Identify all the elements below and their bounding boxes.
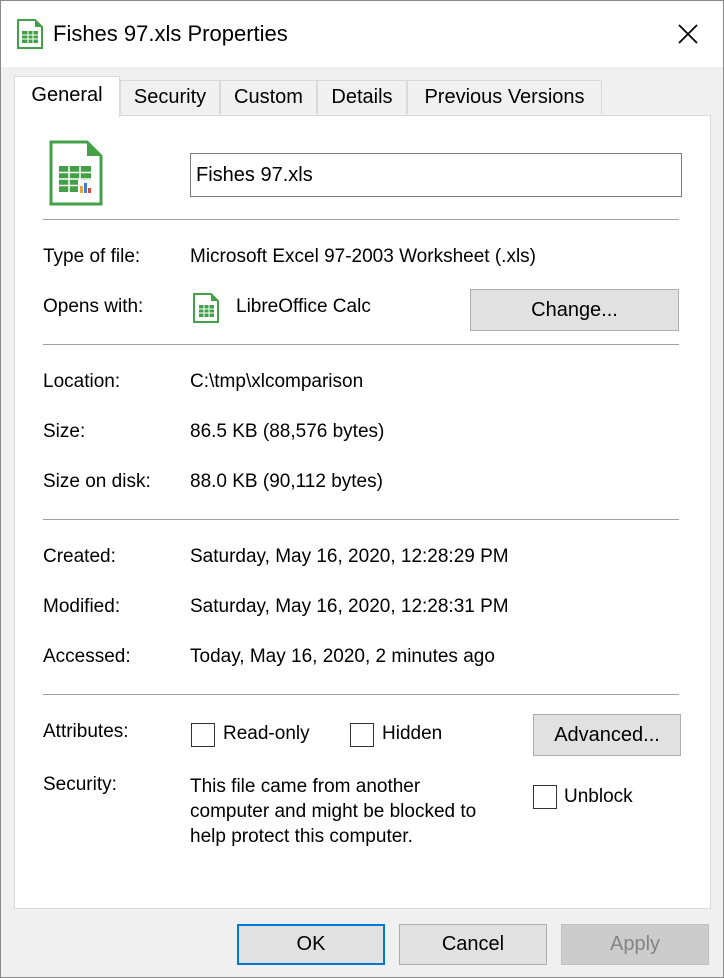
close-button[interactable]	[653, 1, 723, 67]
hidden-label[interactable]: Hidden	[382, 723, 442, 745]
tab-general[interactable]: General	[14, 76, 120, 117]
modified-value: Saturday, May 16, 2020, 12:28:31 PM	[190, 596, 509, 617]
change-button[interactable]: Change...	[470, 289, 679, 331]
apply-button[interactable]: Apply	[561, 924, 709, 965]
read-only-checkbox[interactable]	[191, 723, 215, 747]
size-on-disk-label: Size on disk:	[43, 471, 151, 492]
ok-button[interactable]: OK	[237, 924, 385, 965]
tab-custom[interactable]: Custom	[220, 80, 317, 114]
title-bar: Fishes 97.xls Properties	[1, 1, 723, 67]
separator	[43, 694, 679, 695]
security-message-line: This file came from another	[190, 776, 421, 797]
read-only-label[interactable]: Read-only	[223, 723, 310, 745]
tab-security[interactable]: Security	[120, 80, 220, 114]
modified-label: Modified:	[43, 596, 121, 617]
cancel-button[interactable]: Cancel	[399, 924, 547, 965]
window-title: Fishes 97.xls Properties	[53, 21, 288, 46]
properties-dialog: Fishes 97.xls Properties General Securit…	[0, 0, 724, 978]
created-label: Created:	[43, 546, 116, 567]
spreadsheet-file-icon	[17, 19, 43, 49]
security-message-line: computer and might be blocked to	[190, 801, 477, 822]
separator	[43, 219, 679, 220]
accessed-value: Today, May 16, 2020, 2 minutes ago	[190, 646, 495, 667]
unblock-checkbox[interactable]	[533, 785, 557, 809]
security-message-line: help protect this computer.	[190, 826, 413, 847]
close-icon	[678, 24, 698, 44]
spreadsheet-file-large-icon	[49, 140, 103, 211]
opens-with-value: LibreOffice Calc	[236, 296, 371, 317]
general-panel: Type of file: Microsoft Excel 97-2003 Wo…	[14, 115, 711, 909]
type-label: Type of file:	[43, 246, 141, 267]
advanced-button[interactable]: Advanced...	[533, 714, 681, 756]
hidden-checkbox[interactable]	[350, 723, 374, 747]
separator	[43, 519, 679, 520]
type-value: Microsoft Excel 97-2003 Worksheet (.xls)	[190, 246, 536, 267]
location-value: C:\tmp\xlcomparison	[190, 371, 364, 392]
unblock-label[interactable]: Unblock	[564, 786, 633, 808]
size-value: 86.5 KB (88,576 bytes)	[190, 421, 385, 442]
attributes-label: Attributes:	[43, 721, 129, 742]
created-value: Saturday, May 16, 2020, 12:28:29 PM	[190, 546, 509, 567]
accessed-label: Accessed:	[43, 646, 131, 667]
opens-with-label: Opens with:	[43, 296, 144, 317]
libreoffice-calc-icon	[192, 292, 220, 329]
tab-details[interactable]: Details	[317, 80, 407, 114]
location-label: Location:	[43, 371, 121, 392]
size-on-disk-value: 88.0 KB (90,112 bytes)	[190, 471, 383, 492]
size-label: Size:	[43, 421, 86, 442]
security-label: Security:	[43, 774, 117, 795]
tab-previous-versions[interactable]: Previous Versions	[407, 80, 602, 114]
file-name-input[interactable]	[190, 153, 682, 197]
security-message: This file came from another computer and…	[190, 774, 476, 849]
separator	[43, 344, 679, 345]
